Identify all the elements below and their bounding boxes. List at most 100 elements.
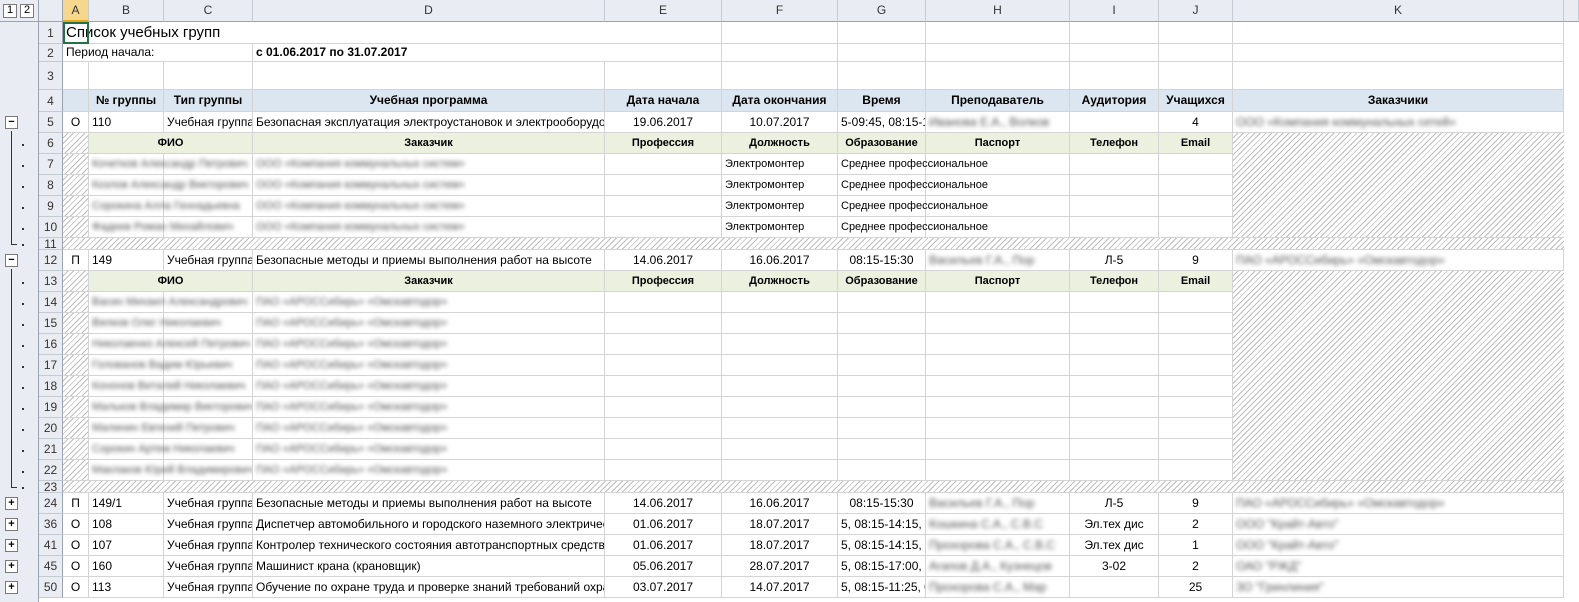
row-header-16[interactable]: 16 bbox=[39, 334, 63, 355]
member-fio[interactable]: Васин Михаил Александрович bbox=[89, 292, 253, 313]
group-room[interactable]: 3-02 bbox=[1070, 556, 1159, 577]
member-passport[interactable] bbox=[926, 376, 1070, 397]
header-E[interactable]: Дата начала bbox=[605, 90, 722, 112]
header-K[interactable]: Заказчики bbox=[1233, 90, 1564, 112]
empty-cell[interactable] bbox=[838, 22, 926, 44]
group-type[interactable]: Учебная группа bbox=[164, 112, 253, 133]
member-phone[interactable] bbox=[1070, 313, 1159, 334]
member-education[interactable] bbox=[838, 418, 926, 439]
row-header-3[interactable]: 3 bbox=[39, 62, 63, 90]
empty-cell[interactable] bbox=[63, 62, 89, 90]
hatched-cell[interactable] bbox=[63, 175, 89, 196]
hatched-cell[interactable] bbox=[63, 376, 89, 397]
row-header-4[interactable]: 4 bbox=[39, 90, 63, 112]
expand-row-24-button[interactable]: + bbox=[5, 497, 18, 510]
group-time[interactable]: 5, 08:15-11:25, 0 bbox=[838, 577, 926, 598]
subheader-profession[interactable]: Профессия bbox=[605, 133, 722, 154]
subheader-email[interactable]: Email bbox=[1159, 271, 1233, 292]
empty-cell[interactable] bbox=[1233, 44, 1564, 62]
member-position[interactable]: Электромонтер bbox=[722, 217, 838, 238]
member-education[interactable] bbox=[838, 313, 926, 334]
group-teacher[interactable]: Иванова Е.А., Волков bbox=[926, 112, 1070, 133]
header-I[interactable]: Аудитория bbox=[1070, 90, 1159, 112]
hatched-cell[interactable] bbox=[63, 418, 89, 439]
outline-level-1-button[interactable]: 1 bbox=[3, 4, 17, 18]
member-email[interactable] bbox=[1159, 376, 1233, 397]
member-customer[interactable]: ООО «Компания коммунальных систем» bbox=[253, 217, 605, 238]
member-phone[interactable] bbox=[1070, 334, 1159, 355]
subheader-phone[interactable]: Телефон bbox=[1070, 133, 1159, 154]
subheader-passport[interactable]: Паспорт bbox=[926, 133, 1070, 154]
member-phone[interactable] bbox=[1070, 460, 1159, 481]
row-header-24[interactable]: 24 bbox=[39, 493, 63, 514]
group-end-date[interactable]: 18.07.2017 bbox=[722, 535, 838, 556]
column-header-D[interactable]: D bbox=[253, 0, 605, 22]
group-room[interactable] bbox=[1070, 577, 1159, 598]
member-email[interactable] bbox=[1159, 154, 1233, 175]
row-header-20[interactable]: 20 bbox=[39, 418, 63, 439]
member-education[interactable] bbox=[838, 292, 926, 313]
subheader-email[interactable]: Email bbox=[1159, 133, 1233, 154]
group-kind[interactable]: О bbox=[63, 535, 89, 556]
member-email[interactable] bbox=[1159, 418, 1233, 439]
member-fio[interactable]: Кочетков Александр Петрович bbox=[89, 154, 253, 175]
member-education[interactable] bbox=[838, 376, 926, 397]
group-kind[interactable]: О bbox=[63, 556, 89, 577]
member-phone[interactable] bbox=[1070, 418, 1159, 439]
group-teacher[interactable]: Васильев Г.А., Пор bbox=[926, 250, 1070, 271]
group-customer[interactable]: ЗО "Гринлиния" bbox=[1233, 577, 1564, 598]
member-customer[interactable]: ПАО «АРОССибирь» «Омскавтодор» bbox=[253, 313, 605, 334]
member-customer[interactable]: ПАО «АРОССибирь» «Омскавтодор» bbox=[253, 397, 605, 418]
member-passport[interactable] bbox=[926, 292, 1070, 313]
member-profession[interactable] bbox=[605, 217, 722, 238]
group-end-date[interactable]: 18.07.2017 bbox=[722, 514, 838, 535]
group-start-date[interactable]: 05.06.2017 bbox=[605, 556, 722, 577]
group-number[interactable]: 113 bbox=[89, 577, 164, 598]
member-email[interactable] bbox=[1159, 460, 1233, 481]
row-header-18[interactable]: 18 bbox=[39, 376, 63, 397]
column-header-F[interactable]: F bbox=[722, 0, 838, 22]
row-header-41[interactable]: 41 bbox=[39, 535, 63, 556]
row-header-6[interactable]: 6 bbox=[39, 133, 63, 154]
member-education[interactable] bbox=[838, 397, 926, 418]
member-position[interactable]: Электромонтер bbox=[722, 196, 838, 217]
empty-cell[interactable] bbox=[1070, 44, 1159, 62]
group-program[interactable]: Безопасные методы и приемы выполнения ра… bbox=[253, 493, 605, 514]
member-customer[interactable]: ПАО «АРОССибирь» «Омскавтодор» bbox=[253, 355, 605, 376]
member-position[interactable] bbox=[722, 460, 838, 481]
member-phone[interactable] bbox=[1070, 217, 1159, 238]
member-customer[interactable]: ООО «Компания коммунальных систем» bbox=[253, 175, 605, 196]
member-passport[interactable] bbox=[926, 334, 1070, 355]
hatched-cell[interactable] bbox=[63, 217, 89, 238]
hatched-cell[interactable] bbox=[63, 196, 89, 217]
group-number[interactable]: 160 bbox=[89, 556, 164, 577]
member-email[interactable] bbox=[1159, 334, 1233, 355]
column-header-H[interactable]: H bbox=[926, 0, 1070, 22]
group-start-date[interactable]: 14.06.2017 bbox=[605, 250, 722, 271]
member-fio[interactable]: Фадеев Роман Михайлович bbox=[89, 217, 253, 238]
empty-cell[interactable] bbox=[838, 62, 926, 90]
hatched-cell[interactable] bbox=[63, 355, 89, 376]
column-header-I[interactable]: I bbox=[1070, 0, 1159, 22]
member-position[interactable] bbox=[722, 397, 838, 418]
group-start-date[interactable]: 14.06.2017 bbox=[605, 493, 722, 514]
row-header-12[interactable]: 12 bbox=[39, 250, 63, 271]
member-profession[interactable] bbox=[605, 175, 722, 196]
member-fio[interactable]: Маклаков Юрий Владимирович bbox=[89, 460, 253, 481]
group-start-date[interactable]: 19.06.2017 bbox=[605, 112, 722, 133]
empty-cell[interactable] bbox=[164, 44, 253, 62]
empty-cell[interactable] bbox=[253, 62, 605, 90]
member-position[interactable] bbox=[722, 292, 838, 313]
member-email[interactable] bbox=[1159, 397, 1233, 418]
header-cell-a[interactable] bbox=[63, 90, 89, 112]
hatched-cell[interactable] bbox=[63, 439, 89, 460]
member-position[interactable] bbox=[722, 313, 838, 334]
group-type[interactable]: Учебная группа bbox=[164, 514, 253, 535]
group-end-date[interactable]: 14.07.2017 bbox=[722, 577, 838, 598]
member-profession[interactable] bbox=[605, 313, 722, 334]
member-phone[interactable] bbox=[1070, 196, 1159, 217]
member-passport[interactable] bbox=[926, 313, 1070, 334]
member-position[interactable]: Электромонтер bbox=[722, 154, 838, 175]
period-value[interactable]: с 01.06.2017 по 31.07.2017 bbox=[253, 44, 722, 62]
member-customer[interactable]: ПАО «АРОССибирь» «Омскавтодор» bbox=[253, 292, 605, 313]
